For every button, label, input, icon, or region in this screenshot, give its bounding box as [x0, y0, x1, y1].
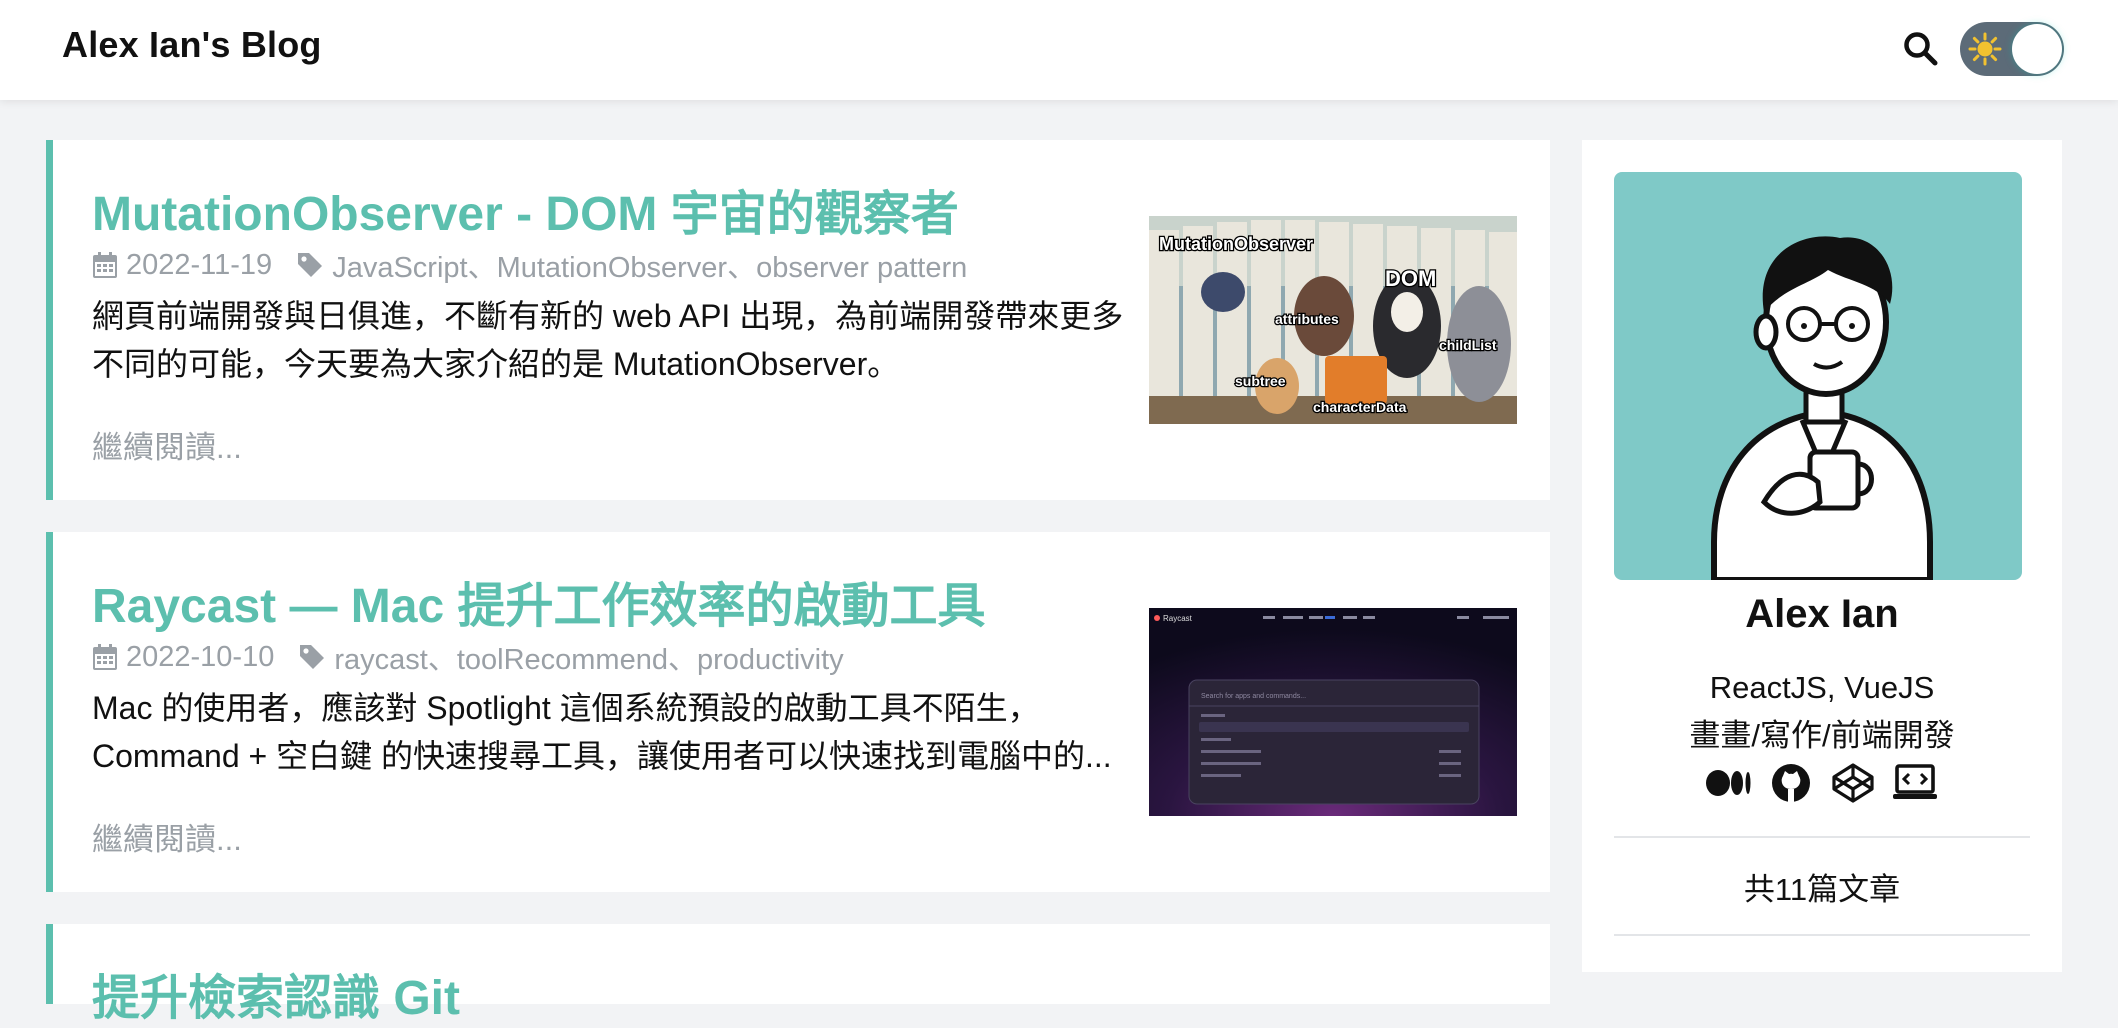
post-title[interactable]: Raycast — Mac 提升工作效率的啟動工具: [92, 566, 986, 636]
post-card: Raycast — Mac 提升工作效率的啟動工具 2022-10-10 ray…: [46, 532, 1550, 892]
avatar: [1614, 172, 2022, 580]
tag-icon: [300, 645, 325, 669]
medium-icon[interactable]: [1705, 762, 1753, 804]
post-date: 2022-11-19: [126, 248, 273, 281]
social-links: [1582, 762, 2062, 804]
read-more-link[interactable]: 繼續閱讀...: [92, 422, 242, 467]
search-icon[interactable]: [1902, 30, 1940, 68]
read-more-link[interactable]: 繼續閱讀...: [92, 814, 242, 859]
site-title[interactable]: Alex Ian's Blog: [62, 24, 322, 66]
post-count: 共11篇文章: [1743, 872, 1901, 907]
thumb-label: Search for apps and commands...: [1201, 693, 1306, 700]
tag-icon: [298, 253, 323, 277]
author-bio: ReactJS, VueJS 畫畫/寫作/前端開發: [1582, 664, 2062, 760]
calendar-icon: [93, 644, 117, 670]
author-bio-line: 畫畫/寫作/前端開發: [1689, 718, 1955, 753]
post-title[interactable]: 提升檢索認識 Git: [92, 958, 460, 1028]
post-meta: 2022-11-19 JavaScript、MutationObserver、o…: [92, 244, 967, 286]
post-tags[interactable]: JavaScript、MutationObserver、observer pat…: [332, 244, 967, 286]
post-card: 提升檢索認識 Git: [46, 924, 1550, 1025]
thumb-label: childList: [1439, 337, 1497, 353]
theme-toggle[interactable]: [1960, 22, 2064, 76]
author-name: Alex Ian: [1745, 592, 1899, 636]
sun-icon: [1968, 32, 2002, 66]
github-icon[interactable]: [1767, 762, 1815, 804]
toggle-knob[interactable]: [2012, 24, 2062, 74]
post-meta: 2022-10-10 raycast、toolRecommend、product…: [92, 636, 844, 678]
post-title[interactable]: MutationObserver - DOM 宇宙的觀察者: [92, 174, 959, 244]
thumb-label: attributes: [1275, 311, 1339, 327]
thumb-label: Raycast: [1163, 614, 1193, 623]
post-excerpt: Mac 的使用者，應該對 Spotlight 這個系統預設的啟動工具不陌生，Co…: [92, 690, 1112, 774]
thumb-label: MutationObserver: [1159, 234, 1313, 254]
divider: [1614, 836, 2030, 838]
post-card: MutationObserver - DOM 宇宙的觀察者 2022-11-19…: [46, 140, 1550, 500]
divider: [1614, 934, 2030, 936]
thumb-label: characterData: [1313, 399, 1407, 415]
calendar-icon: [93, 252, 117, 278]
post-excerpt: 網頁前端開發與日俱進，不斷有新的 web API 出現，為前端開發帶來更多不同的…: [92, 298, 1124, 382]
top-nav: Alex Ian's Blog: [0, 0, 2118, 100]
post-thumbnail[interactable]: Raycast Search for apps and commands...: [1149, 608, 1517, 816]
post-date: 2022-10-10: [126, 640, 275, 673]
post-thumbnail[interactable]: MutationObserver DOM attributes childLis…: [1149, 216, 1517, 424]
author-sidebar: Alex Ian ReactJS, VueJS 畫畫/寫作/前端開發 共11篇文…: [1582, 140, 2062, 972]
author-bio-line: ReactJS, VueJS: [1709, 670, 1935, 705]
post-tags[interactable]: raycast、toolRecommend、productivity: [334, 636, 843, 678]
portfolio-icon[interactable]: [1891, 762, 1939, 804]
thumb-label: subtree: [1235, 373, 1286, 389]
codepen-icon[interactable]: [1829, 762, 1877, 804]
thumb-label: DOM: [1385, 266, 1436, 291]
